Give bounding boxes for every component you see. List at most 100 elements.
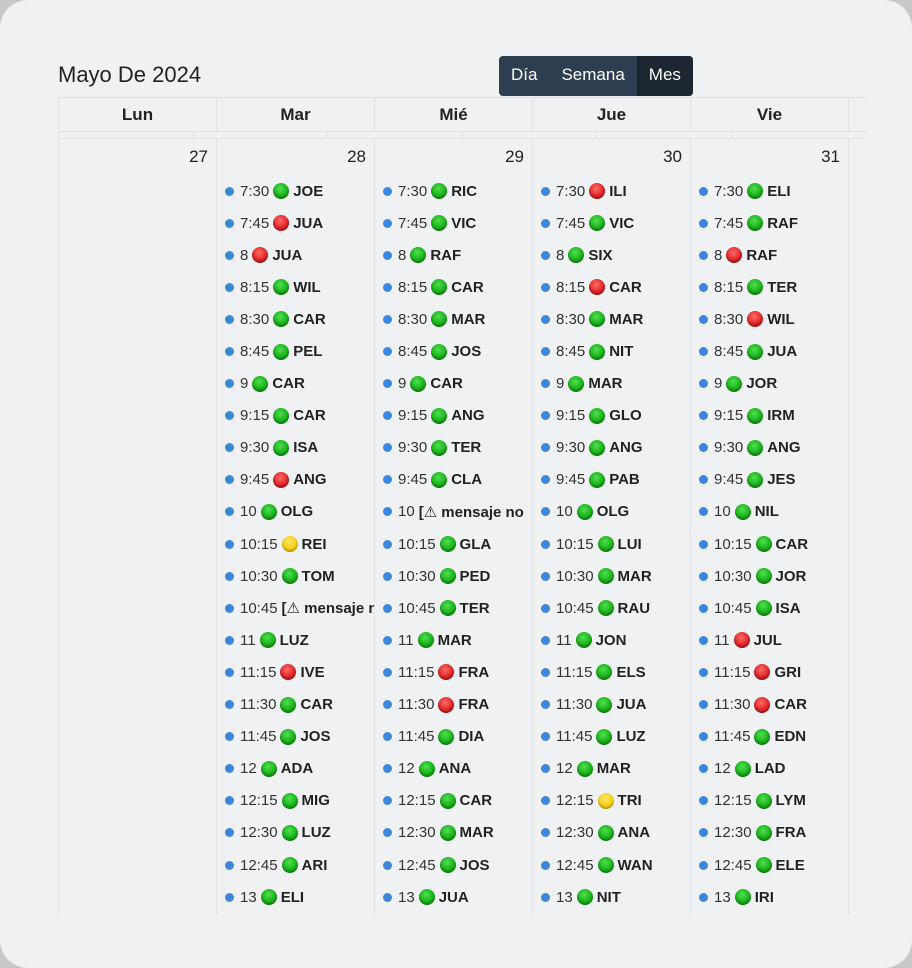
calendar-event[interactable]: 12 MAR	[533, 753, 690, 785]
calendar-event[interactable]: 8 JUA	[217, 239, 374, 271]
calendar-event[interactable]: 9:15 IRM	[691, 400, 848, 432]
calendar-event[interactable]: 7:45 VIC	[375, 207, 532, 239]
calendar-event[interactable]: 10:15 REI	[217, 528, 374, 560]
calendar-event[interactable]: 11:30 CAR	[691, 689, 848, 721]
view-month-button[interactable]: Mes	[636, 56, 693, 96]
calendar-event[interactable]: 9:30 ANG	[533, 432, 690, 464]
day-cell[interactable]: 30 7:30 ILI 7:45 VIC 8 SIX 8:15 CAR 8:30 MAR 8:45 NI…	[532, 139, 690, 915]
calendar-event[interactable]: 8:15 TER	[691, 271, 848, 303]
calendar-event[interactable]: 11:15 ELS	[533, 656, 690, 688]
calendar-event[interactable]: 10 [⚠ mensaje no	[375, 496, 532, 528]
calendar-event[interactable]: 10:30 JOR	[691, 560, 848, 592]
calendar-event[interactable]: 12:30 ANA	[533, 817, 690, 849]
calendar-event[interactable]: 9:15 GLO	[533, 400, 690, 432]
calendar-event[interactable]: 8 RAF	[375, 239, 532, 271]
calendar-event[interactable]: 7:30 JOE	[217, 175, 374, 207]
calendar-event[interactable]: 8 SIX	[533, 239, 690, 271]
calendar-event[interactable]: 8:30 CAR	[217, 303, 374, 335]
calendar-event[interactable]: 8:45 JOS	[375, 335, 532, 367]
calendar-event[interactable]: 8:15 WIL	[217, 271, 374, 303]
calendar-event[interactable]: 11:45 LUZ	[533, 721, 690, 753]
day-number[interactable]: 30	[533, 147, 690, 171]
calendar-event[interactable]: 8:30 MAR	[375, 303, 532, 335]
calendar-event[interactable]: 11:45 JOS	[217, 721, 374, 753]
calendar-event[interactable]: 8:30 MAR	[533, 303, 690, 335]
calendar-event[interactable]: 11 JON	[533, 624, 690, 656]
day-cell[interactable]: 28 7:30 JOE 7:45 JUA 8 JUA 8:15 WIL 8:30 CAR 8:45 PE…	[216, 139, 374, 915]
calendar-event[interactable]: 12:45 ARI	[217, 849, 374, 881]
calendar-event[interactable]: 9:45 JES	[691, 464, 848, 496]
day-number[interactable]: 28	[217, 147, 374, 171]
calendar-event[interactable]: 9:30 ANG	[691, 432, 848, 464]
calendar-event[interactable]: 11 MAR	[375, 624, 532, 656]
calendar-event[interactable]: 11:15 GRI	[691, 656, 848, 688]
calendar-event[interactable]: 13 IRI	[691, 881, 848, 913]
calendar-event[interactable]: 12:30 LUZ	[217, 817, 374, 849]
calendar-event[interactable]: 13 NIT	[533, 881, 690, 913]
day-number[interactable]: 29	[375, 147, 532, 171]
calendar-event[interactable]: 10:30 PED	[375, 560, 532, 592]
calendar-event[interactable]: 12 ADA	[217, 753, 374, 785]
day-cell[interactable]: 29 7:30 RIC 7:45 VIC 8 RAF 8:15 CAR 8:30 MAR 8:45 JO…	[374, 139, 532, 915]
calendar-event[interactable]: 12:45 JOS	[375, 849, 532, 881]
calendar-event[interactable]: 9:45 ANG	[217, 464, 374, 496]
day-number[interactable]: 27	[59, 147, 216, 171]
calendar-event[interactable]: 11:30 FRA	[375, 689, 532, 721]
calendar-event[interactable]: 11 JUL	[691, 624, 848, 656]
calendar-event[interactable]: 12:30 FRA	[691, 817, 848, 849]
calendar-event[interactable]: 9 CAR	[217, 368, 374, 400]
calendar-event[interactable]: 13 ELI	[217, 881, 374, 913]
calendar-event[interactable]: 10:30 TOM	[217, 560, 374, 592]
calendar-event[interactable]: 8:45 PEL	[217, 335, 374, 367]
day-cell[interactable]: 31 7:30 ELI 7:45 RAF 8 RAF 8:15 TER 8:30 WIL 8:45 JU…	[690, 139, 848, 915]
calendar-event[interactable]: 10:15 CAR	[691, 528, 848, 560]
calendar-event[interactable]: 8:45 NIT	[533, 335, 690, 367]
calendar-event[interactable]: 8:15 CAR	[375, 271, 532, 303]
calendar-event[interactable]: 10 NIL	[691, 496, 848, 528]
calendar-event[interactable]: 11:15 IVE	[217, 656, 374, 688]
day-number[interactable]: 31	[691, 147, 848, 171]
calendar-event[interactable]: 7:45 JUA	[217, 207, 374, 239]
calendar-event[interactable]: 12:15 MIG	[217, 785, 374, 817]
calendar-event[interactable]: 9:45 CLA	[375, 464, 532, 496]
calendar-event[interactable]: 7:45 VIC	[533, 207, 690, 239]
calendar-event[interactable]: 12 ANA	[375, 753, 532, 785]
calendar-event[interactable]: 11:45 DIA	[375, 721, 532, 753]
calendar-event[interactable]: 10:45 RAU	[533, 592, 690, 624]
calendar-event[interactable]: 10:45 TER	[375, 592, 532, 624]
calendar-event[interactable]: 12:15 TRI	[533, 785, 690, 817]
calendar-event[interactable]: 11:30 CAR	[217, 689, 374, 721]
calendar-event[interactable]: 8:15 CAR	[533, 271, 690, 303]
calendar-event[interactable]: 10:45 ISA	[691, 592, 848, 624]
calendar-event[interactable]: 9 JOR	[691, 368, 848, 400]
calendar-event[interactable]: 9:30 ISA	[217, 432, 374, 464]
calendar-event[interactable]: 10:15 LUI	[533, 528, 690, 560]
calendar-event[interactable]: 9:15 ANG	[375, 400, 532, 432]
calendar-event[interactable]: 10 OLG	[217, 496, 374, 528]
calendar-event[interactable]: 11:30 JUA	[533, 689, 690, 721]
calendar-event[interactable]: 12:30 MAR	[375, 817, 532, 849]
calendar-event[interactable]: 8:45 JUA	[691, 335, 848, 367]
calendar-event[interactable]: 10:45[⚠ mensaje no	[217, 592, 374, 624]
calendar-event[interactable]: 11:45 EDN	[691, 721, 848, 753]
calendar-event[interactable]: 9:30 TER	[375, 432, 532, 464]
calendar-event[interactable]: 11:15 FRA	[375, 656, 532, 688]
calendar-event[interactable]: 8:30 WIL	[691, 303, 848, 335]
calendar-event[interactable]: 9 MAR	[533, 368, 690, 400]
calendar-event[interactable]: 7:30 ILI	[533, 175, 690, 207]
calendar-event[interactable]: 10 OLG	[533, 496, 690, 528]
calendar-event[interactable]: 10:15 GLA	[375, 528, 532, 560]
calendar-event[interactable]: 11 LUZ	[217, 624, 374, 656]
calendar-event[interactable]: 7:45 RAF	[691, 207, 848, 239]
calendar-event[interactable]: 7:30 RIC	[375, 175, 532, 207]
calendar-event[interactable]: 12:15 CAR	[375, 785, 532, 817]
calendar-event[interactable]: 10:30 MAR	[533, 560, 690, 592]
calendar-event[interactable]: 9 CAR	[375, 368, 532, 400]
calendar-event[interactable]: 8 RAF	[691, 239, 848, 271]
calendar-event[interactable]: 12:45 ELE	[691, 849, 848, 881]
calendar-event[interactable]: 12:15 LYM	[691, 785, 848, 817]
calendar-event[interactable]: 12 LAD	[691, 753, 848, 785]
calendar-event[interactable]: 9:45 PAB	[533, 464, 690, 496]
view-day-button[interactable]: Día	[499, 56, 549, 96]
calendar-event[interactable]: 13 JUA	[375, 881, 532, 913]
